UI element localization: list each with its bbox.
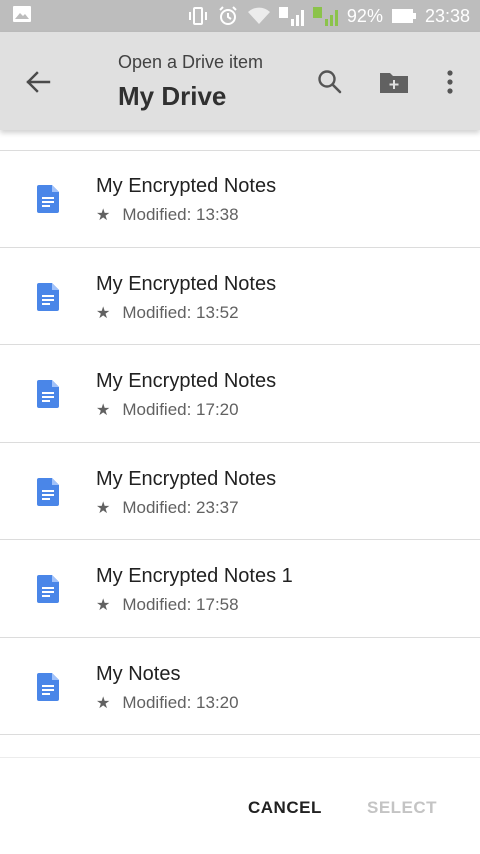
back-button[interactable] — [18, 62, 58, 102]
file-row[interactable]: My Encrypted Notes ★ Modified: 23:37 — [0, 443, 480, 540]
modified-time: Modified: 23:37 — [122, 497, 239, 517]
title-block: Open a Drive item My Drive — [118, 52, 263, 112]
modified-time: Modified: 17:58 — [122, 595, 239, 614]
document-icon — [37, 575, 59, 608]
new-folder-icon — [380, 73, 408, 93]
file-name: My Encrypted Notes — [96, 467, 277, 490]
file-meta: ★ Modified: 23:37 — [96, 498, 239, 518]
search-button[interactable] — [310, 62, 350, 102]
cancel-button[interactable]: CANCEL — [248, 798, 322, 818]
status-bar: 92% 23:38 — [0, 0, 480, 32]
document-icon — [37, 380, 59, 413]
alarm-icon — [217, 5, 239, 27]
modified-time: Modified: 13:52 — [122, 302, 239, 322]
file-list: My Encrypted Notes ★ Modified: 13:38 My E… — [0, 150, 480, 735]
modified-time: Modified: 13:38 — [122, 205, 239, 224]
page-title: My Drive — [118, 81, 227, 111]
new-folder-button[interactable] — [374, 62, 414, 102]
star-icon: ★ — [96, 207, 111, 224]
file-name: My Encrypted Notes — [96, 370, 277, 392]
battery-percent: 92% — [346, 5, 383, 26]
star-icon: ★ — [96, 597, 111, 614]
star-icon: ★ — [96, 304, 111, 322]
file-row[interactable]: My Encrypted Notes ★ Modified: 17:20 — [0, 345, 480, 443]
select-button[interactable]: SELECT — [367, 798, 437, 818]
file-row[interactable]: My Encrypted Notes ★ Modified: 13:38 — [0, 150, 480, 248]
star-icon: ★ — [96, 499, 111, 517]
file-row[interactable]: My Encrypted Notes ★ Modified: 13:52 — [0, 248, 480, 345]
vibrate-icon — [187, 6, 209, 26]
file-name: My Encrypted Notes 1 — [96, 565, 293, 587]
file-meta: ★ Modified: 17:58 — [96, 595, 239, 615]
page-subtitle: Open a Drive item — [118, 52, 264, 72]
modified-time: Modified: 13:20 — [122, 692, 239, 712]
document-icon — [37, 672, 59, 706]
modified-time: Modified: 17:20 — [122, 400, 239, 419]
dialog-footer: CANCEL SELECT — [0, 757, 480, 854]
signal-sim1-icon — [278, 5, 305, 27]
more-vert-icon — [447, 70, 453, 94]
file-meta: ★ Modified: 13:38 — [96, 205, 239, 225]
document-icon — [37, 477, 59, 511]
star-icon: ★ — [96, 694, 111, 712]
file-row[interactable]: My Notes ★ Modified: 13:20 — [0, 638, 480, 735]
wifi-icon — [247, 6, 271, 26]
file-meta: ★ Modified: 13:52 — [96, 303, 239, 323]
file-name: My Notes — [96, 662, 181, 685]
file-name: My Encrypted Notes — [96, 272, 277, 295]
document-icon — [37, 282, 59, 316]
star-icon: ★ — [96, 402, 111, 419]
battery-icon — [391, 8, 417, 24]
file-meta: ★ Modified: 13:20 — [96, 693, 239, 713]
gallery-notification-icon — [12, 5, 32, 28]
file-meta: ★ Modified: 17:20 — [96, 400, 239, 420]
search-icon — [318, 70, 342, 94]
file-row[interactable]: My Encrypted Notes 1 ★ Modified: 17:58 — [0, 540, 480, 638]
document-icon — [37, 185, 59, 218]
clock: 23:38 — [424, 5, 470, 26]
file-name: My Encrypted Notes — [96, 175, 277, 197]
back-arrow-icon — [26, 71, 51, 93]
signal-sim2-icon — [312, 5, 339, 27]
more-options-button[interactable] — [430, 62, 470, 102]
app-bar: Open a Drive item My Drive — [0, 32, 480, 130]
